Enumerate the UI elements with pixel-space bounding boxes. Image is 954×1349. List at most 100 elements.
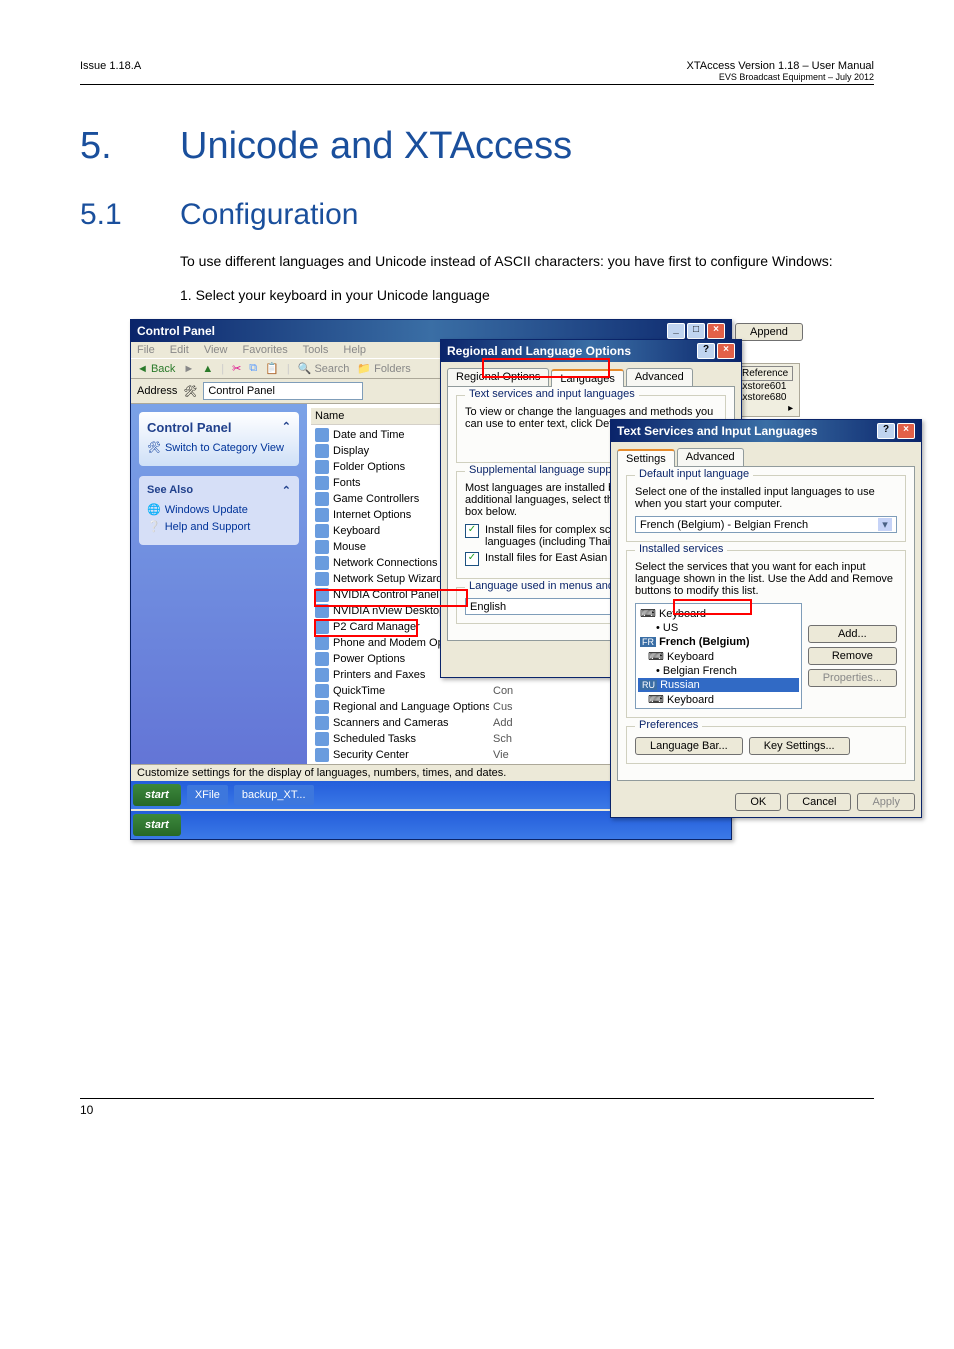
- search-button[interactable]: 🔍 Search: [298, 362, 350, 375]
- help-icon: ❔: [147, 520, 161, 533]
- group-legend: Default input language: [635, 468, 753, 480]
- item-comment: Vie: [493, 749, 509, 761]
- item-name: Scanners and Cameras: [333, 717, 489, 729]
- tab-languages[interactable]: Languages: [551, 369, 623, 387]
- menu-edit[interactable]: Edit: [170, 344, 189, 356]
- item-icon: [315, 572, 329, 586]
- item-comment: Cus: [493, 701, 513, 713]
- task-item[interactable]: XFile: [187, 785, 228, 805]
- reference-path: \\xstore680: [737, 392, 793, 403]
- apply-button[interactable]: Apply: [857, 793, 915, 811]
- append-button[interactable]: Append: [735, 323, 803, 341]
- close-button[interactable]: ×: [717, 343, 735, 359]
- properties-button[interactable]: Properties...: [808, 669, 897, 687]
- item-icon: [315, 540, 329, 554]
- tsil-titlebar[interactable]: Text Services and Input Languages ? ×: [611, 420, 921, 442]
- tab-regional-options[interactable]: Regional Options: [447, 368, 549, 386]
- collapse-icon[interactable]: ⌃: [282, 420, 291, 435]
- page-number: 10: [80, 1103, 93, 1117]
- intro-paragraph: To use different languages and Unicode i…: [180, 252, 874, 272]
- add-button[interactable]: Add...: [808, 625, 897, 643]
- back-button[interactable]: ◄ Back: [137, 363, 175, 375]
- services-listbox[interactable]: ⌨ Keyboard • US FR French (Belgium) ⌨ Ke…: [635, 603, 802, 709]
- default-input-group: Default input language Select one of the…: [626, 475, 906, 542]
- group-legend: Preferences: [635, 719, 702, 731]
- section-heading: 5.1Configuration: [80, 198, 874, 232]
- collapse-icon[interactable]: ⌃: [282, 484, 291, 497]
- item-comment: Add: [493, 717, 513, 729]
- up-button[interactable]: ▲: [202, 363, 213, 375]
- item-icon: [315, 604, 329, 618]
- reference-path: \\xstore601: [737, 381, 793, 392]
- item-icon: [315, 588, 329, 602]
- preferences-group: Preferences Language Bar... Key Settings…: [626, 726, 906, 764]
- cp-sidebar: Control Panel⌃ 🛠Switch to Category View …: [131, 404, 307, 764]
- item-comment: Sch: [493, 733, 512, 745]
- menu-view[interactable]: View: [204, 344, 228, 356]
- folders-button[interactable]: 📁 Folders: [357, 362, 410, 375]
- item-icon: [315, 460, 329, 474]
- menu-help[interactable]: Help: [343, 344, 366, 356]
- remove-button[interactable]: Remove: [808, 647, 897, 665]
- menu-favorites[interactable]: Favorites: [243, 344, 288, 356]
- tsil-title: Text Services and Input Languages: [617, 424, 818, 438]
- start-button[interactable]: start: [133, 784, 181, 806]
- item-icon: [315, 524, 329, 538]
- rlo-title: Regional and Language Options: [447, 344, 631, 358]
- task-item[interactable]: backup_XT...: [234, 785, 314, 805]
- item-name: Regional and Language Options: [333, 701, 489, 713]
- paste-icon[interactable]: 📋: [265, 362, 279, 375]
- item-name: Scheduled Tasks: [333, 733, 489, 745]
- language-bar-button[interactable]: Language Bar...: [635, 737, 743, 755]
- item-icon: [315, 444, 329, 458]
- tab-settings[interactable]: Settings: [617, 449, 675, 467]
- item-icon: [315, 556, 329, 570]
- item-icon: [315, 476, 329, 490]
- windows-update-link[interactable]: 🌐Windows Update: [147, 503, 291, 516]
- key-settings-button[interactable]: Key Settings...: [749, 737, 850, 755]
- help-button[interactable]: ?: [877, 423, 895, 439]
- help-button[interactable]: ?: [697, 343, 715, 359]
- item-name: Security Center: [333, 749, 489, 761]
- minimize-button[interactable]: _: [667, 323, 685, 339]
- group-legend: Installed services: [635, 543, 727, 555]
- cut-icon[interactable]: ✂: [232, 362, 241, 375]
- item-icon: [315, 716, 329, 730]
- rlo-titlebar[interactable]: Regional and Language Options ? ×: [441, 340, 741, 362]
- step-1: 1. Select your keyboard in your Unicode …: [180, 286, 874, 306]
- item-icon: [315, 636, 329, 650]
- header-right-sub: EVS Broadcast Equipment – July 2012: [687, 72, 875, 82]
- ok-button[interactable]: OK: [735, 793, 781, 811]
- installed-services-group: Installed services Select the services t…: [626, 550, 906, 718]
- reference-label: Reference: [737, 366, 793, 381]
- item-icon: [315, 620, 329, 634]
- close-button[interactable]: ×: [897, 423, 915, 439]
- cancel-button[interactable]: Cancel: [787, 793, 851, 811]
- help-support-link[interactable]: ❔Help and Support: [147, 520, 291, 533]
- globe-icon: 🌐: [147, 503, 161, 516]
- address-label: Address: [137, 385, 177, 397]
- group-text: Select one of the installed input langua…: [635, 486, 897, 510]
- cp-title: Control Panel: [137, 324, 215, 338]
- item-icon: [315, 652, 329, 666]
- switch-icon: 🛠: [147, 441, 161, 454]
- menu-tools[interactable]: Tools: [303, 344, 329, 356]
- menu-file[interactable]: File: [137, 344, 155, 356]
- close-button[interactable]: ×: [707, 323, 725, 339]
- default-input-select[interactable]: French (Belgium) - Belgian French▾: [635, 516, 897, 533]
- item-name: QuickTime: [333, 685, 489, 697]
- start-button[interactable]: start: [133, 814, 181, 836]
- text-services-dialog: Text Services and Input Languages ? × Se…: [610, 419, 922, 818]
- item-icon: [315, 684, 329, 698]
- tab-advanced[interactable]: Advanced: [677, 448, 744, 466]
- forward-button[interactable]: ►: [183, 363, 194, 375]
- switch-category-link[interactable]: 🛠Switch to Category View: [147, 441, 291, 454]
- item-icon: [315, 492, 329, 506]
- maximize-button[interactable]: □: [687, 323, 705, 339]
- item-icon: [315, 508, 329, 522]
- tab-advanced[interactable]: Advanced: [626, 368, 693, 386]
- copy-icon[interactable]: ⧉: [249, 362, 257, 375]
- screenshot-composite: Control Panel _ □ × File Edit View Favor…: [130, 319, 910, 739]
- address-input[interactable]: [203, 382, 363, 400]
- page-header: Issue 1.18.A XTAccess Version 1.18 – Use…: [80, 60, 874, 85]
